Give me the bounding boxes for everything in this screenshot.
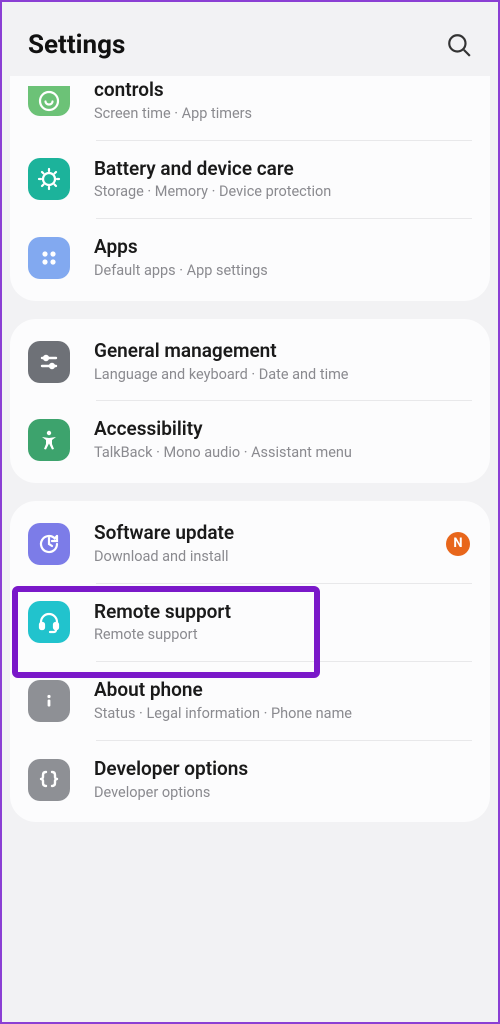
settings-item-controls[interactable]: controls Screen time · App timers xyxy=(10,76,490,140)
settings-item-general[interactable]: General management Language and keyboard… xyxy=(10,323,490,401)
info-icon xyxy=(28,680,70,722)
item-title: controls xyxy=(94,78,470,102)
item-title: About phone xyxy=(94,678,470,702)
item-sub: Download and install xyxy=(94,548,438,567)
item-text: General management Language and keyboard… xyxy=(94,339,470,385)
settings-item-apps[interactable]: Apps Default apps · App settings xyxy=(10,219,490,297)
item-text: About phone Status · Legal information ·… xyxy=(94,678,470,724)
item-text: controls Screen time · App timers xyxy=(94,78,470,124)
settings-group: General management Language and keyboard… xyxy=(10,319,490,483)
item-text: Battery and device care Storage · Memory… xyxy=(94,157,470,203)
item-text: Software update Download and install xyxy=(94,521,438,567)
item-title: Remote support xyxy=(94,600,470,624)
item-text: Accessibility TalkBack · Mono audio · As… xyxy=(94,417,470,463)
device-care-icon xyxy=(28,158,70,200)
item-title: Apps xyxy=(94,235,470,259)
item-text: Remote support Remote support xyxy=(94,600,470,646)
item-title: Developer options xyxy=(94,757,470,781)
item-sub: Developer options xyxy=(94,784,470,803)
item-sub: Language and keyboard · Date and time xyxy=(94,366,470,385)
item-sub: Default apps · App settings xyxy=(94,262,470,281)
settings-item-battery[interactable]: Battery and device care Storage · Memory… xyxy=(10,141,490,219)
item-text: Developer options Developer options xyxy=(94,757,470,803)
update-icon xyxy=(28,523,70,565)
settings-group: Software update Download and install N R… xyxy=(10,501,490,822)
settings-group: controls Screen time · App timers Batter… xyxy=(10,76,490,301)
settings-item-accessibility[interactable]: Accessibility TalkBack · Mono audio · As… xyxy=(10,401,490,479)
header: Settings xyxy=(2,2,498,76)
settings-item-software-update[interactable]: Software update Download and install N xyxy=(10,505,490,583)
item-text: Apps Default apps · App settings xyxy=(94,235,470,281)
item-title: General management xyxy=(94,339,470,363)
headset-icon xyxy=(28,601,70,643)
item-sub: Storage · Memory · Device protection xyxy=(94,183,470,202)
settings-item-about[interactable]: About phone Status · Legal information ·… xyxy=(10,662,490,740)
accessibility-icon xyxy=(28,419,70,461)
item-title: Accessibility xyxy=(94,417,470,441)
wellbeing-icon xyxy=(28,86,70,116)
item-sub: Status · Legal information · Phone name xyxy=(94,705,470,724)
new-badge: N xyxy=(446,532,470,556)
item-title: Battery and device care xyxy=(94,157,470,181)
settings-item-developer[interactable]: Developer options Developer options xyxy=(10,741,490,819)
apps-icon xyxy=(28,237,70,279)
item-sub: Remote support xyxy=(94,626,470,645)
settings-item-remote-support[interactable]: Remote support Remote support xyxy=(10,584,490,662)
braces-icon xyxy=(28,759,70,801)
sliders-icon xyxy=(28,341,70,383)
search-icon[interactable] xyxy=(446,32,472,58)
item-title: Software update xyxy=(94,521,438,545)
item-sub: Screen time · App timers xyxy=(94,105,470,124)
page-title: Settings xyxy=(28,30,125,60)
item-sub: TalkBack · Mono audio · Assistant menu xyxy=(94,444,470,463)
